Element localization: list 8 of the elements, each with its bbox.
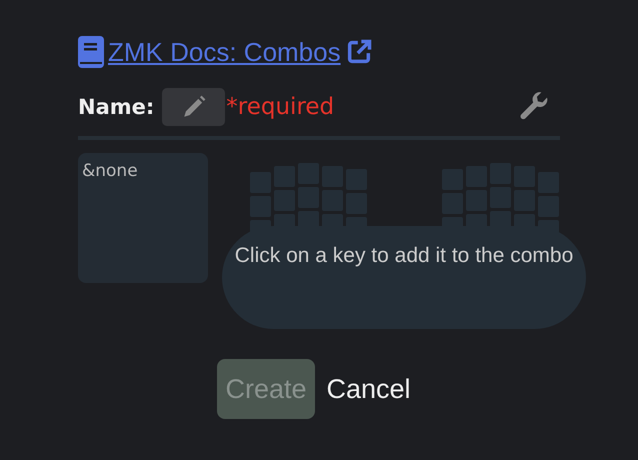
name-label: Name: [78,95,154,119]
action-button[interactable]: Cancel [318,359,419,419]
name-edit-button[interactable] [162,88,226,126]
docs-link[interactable]: ZMK Docs: Combos [78,36,341,68]
book-icon [78,36,104,68]
hint-bubble: Click on a key to add it to the combo [222,226,586,329]
binding-slot[interactable]: &none [78,153,208,283]
required-note: *required [226,94,334,120]
